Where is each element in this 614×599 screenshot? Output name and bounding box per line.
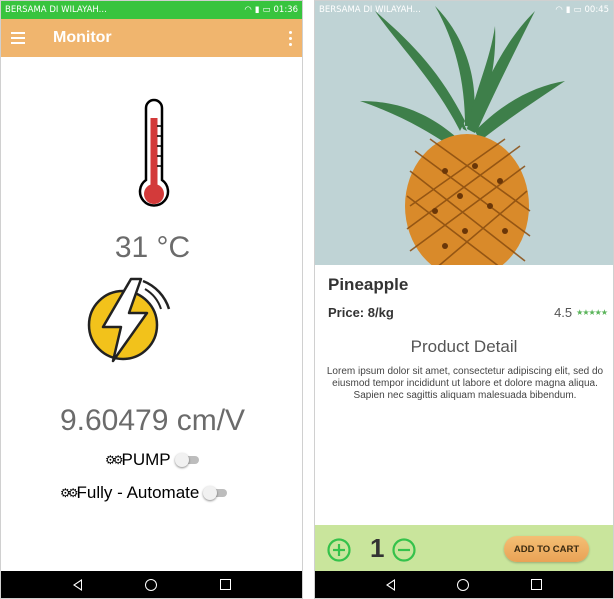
add-to-cart-button[interactable]: ADD TO CART <box>504 536 589 562</box>
clock-text: 00:45 <box>584 5 610 15</box>
status-bar: BERSAMA DI WILAYAH... ◠ ▮ ▭ 01:36 <box>1 1 302 19</box>
back-icon[interactable] <box>72 578 82 591</box>
quantity-value: 1 <box>370 533 385 563</box>
signal-icon: ▮ <box>565 5 571 15</box>
product-rating: 4.5 ★★★★★ <box>554 305 608 320</box>
home-icon[interactable] <box>457 578 469 591</box>
thermometer-icon <box>138 98 170 207</box>
automate-switch[interactable] <box>203 486 229 500</box>
automate-label: Fully - Automate <box>76 483 200 502</box>
app-bar: Monitor <box>1 19 302 57</box>
product-price: Price: 8/kg <box>328 305 394 320</box>
back-icon[interactable] <box>386 578 395 591</box>
signal-icon: ▮ <box>254 5 260 15</box>
product-name: Pineapple <box>328 275 409 294</box>
detail-title: Product Detail <box>410 337 518 356</box>
carrier-text: BERSAMA DI WILAYAH... <box>5 5 107 15</box>
wifi-icon: ◠ <box>244 5 252 15</box>
minus-circle-icon[interactable] <box>392 538 416 562</box>
carrier-text: BERSAMA DI WILAYAH... <box>319 5 421 15</box>
status-bar: BERSAMA DI WILAYAH... ◠ ▮ ▭ 00:45 <box>315 1 613 19</box>
gears-icon: ⚙⚙ <box>105 453 123 467</box>
automate-toggle-row: ⚙⚙ Fully - Automate <box>60 483 229 503</box>
clock-text: 01:36 <box>273 5 299 15</box>
recent-apps-icon[interactable] <box>531 579 542 590</box>
pineapple-image <box>360 6 565 265</box>
lightning-bolt-icon <box>87 277 171 363</box>
detail-description: Lorem ipsum dolor sit amet, consectetur … <box>326 366 604 401</box>
pump-toggle-row: ⚙⚙ PUMP <box>105 450 201 470</box>
home-icon[interactable] <box>144 578 157 591</box>
ratio-value: 9.60479 cm/V <box>59 404 246 437</box>
star-rating-icon: ★★★★★ <box>576 308 608 317</box>
system-nav-bar <box>315 571 613 598</box>
product-screen: BERSAMA DI WILAYAH... ◠ ▮ ▭ 00:45 Pineap… <box>314 0 614 599</box>
plus-circle-icon[interactable] <box>327 538 351 562</box>
more-options-icon[interactable] <box>288 30 292 46</box>
battery-icon: ▭ <box>573 5 582 15</box>
pump-switch[interactable] <box>174 453 201 467</box>
monitor-screen: BERSAMA DI WILAYAH... ◠ ▮ ▭ 01:36 Monito… <box>0 0 303 599</box>
product-image <box>315 1 613 265</box>
page-title: Monitor <box>53 29 112 46</box>
gears-icon: ⚙⚙ <box>60 486 78 500</box>
wifi-icon: ◠ <box>555 5 563 15</box>
hamburger-menu-icon[interactable] <box>11 32 25 44</box>
rating-value: 4.5 <box>554 305 573 320</box>
system-nav-bar <box>1 571 302 598</box>
pump-label: PUMP <box>121 450 171 469</box>
cart-footer: 1 ADD TO CART <box>315 525 613 573</box>
temperature-value: 31 °C <box>114 231 191 264</box>
battery-icon: ▭ <box>262 5 271 15</box>
recent-apps-icon[interactable] <box>219 579 231 590</box>
